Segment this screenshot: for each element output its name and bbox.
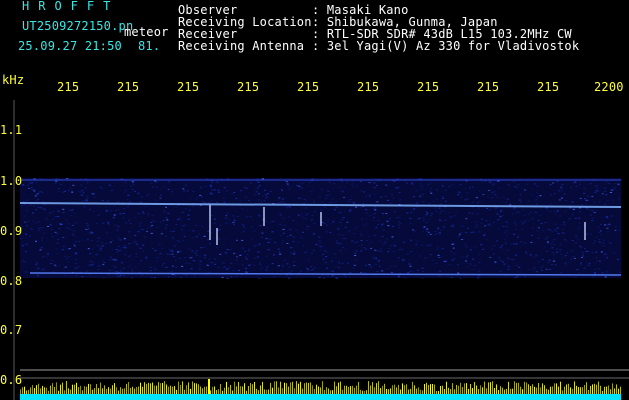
y-tick-label: 1.1 <box>0 123 23 137</box>
noise-band <box>20 178 622 279</box>
antenna-label: Receiving Antenna <box>178 39 305 53</box>
signal-level-bars <box>20 379 621 400</box>
level-peak <box>208 379 210 394</box>
echo-count: 81. <box>138 39 161 53</box>
file-name: UT2509272150.pn <box>22 19 134 33</box>
hrofft-logo: HROFFT <box>22 0 120 13</box>
x-tick-label: 215 <box>237 81 260 93</box>
level-baseline <box>20 394 621 400</box>
spectrogram-plot <box>13 100 629 400</box>
x-tick-label: 215 <box>297 81 320 93</box>
event-type: meteor <box>124 25 169 39</box>
antenna-value: : 3el Yagi(V) Az 330 for Vladivostok <box>312 39 580 53</box>
x-tick-label: 215 <box>177 81 200 93</box>
x-tick-label: 215 <box>57 81 80 93</box>
y-tick-label: 0.9 <box>0 224 23 238</box>
x-tick-label: 215 <box>477 81 500 93</box>
y-tick-label: 1.0 <box>0 174 23 188</box>
x-tick-label: 215 <box>117 81 140 93</box>
y-tick-label: 0.6 <box>0 373 23 387</box>
y-axis-unit: kHz <box>2 73 25 87</box>
noise-band-fill <box>20 178 621 278</box>
x-tick-label: 215 <box>537 81 560 93</box>
x-tick-label: 215 <box>417 81 440 93</box>
x-tick-label: 215 <box>357 81 380 93</box>
y-tick-label: 0.7 <box>0 323 23 337</box>
y-tick-label: 0.8 <box>0 274 23 288</box>
date-time: 25.09.27 21:50 <box>18 39 122 53</box>
x-tick-label: 2200 <box>594 81 624 93</box>
